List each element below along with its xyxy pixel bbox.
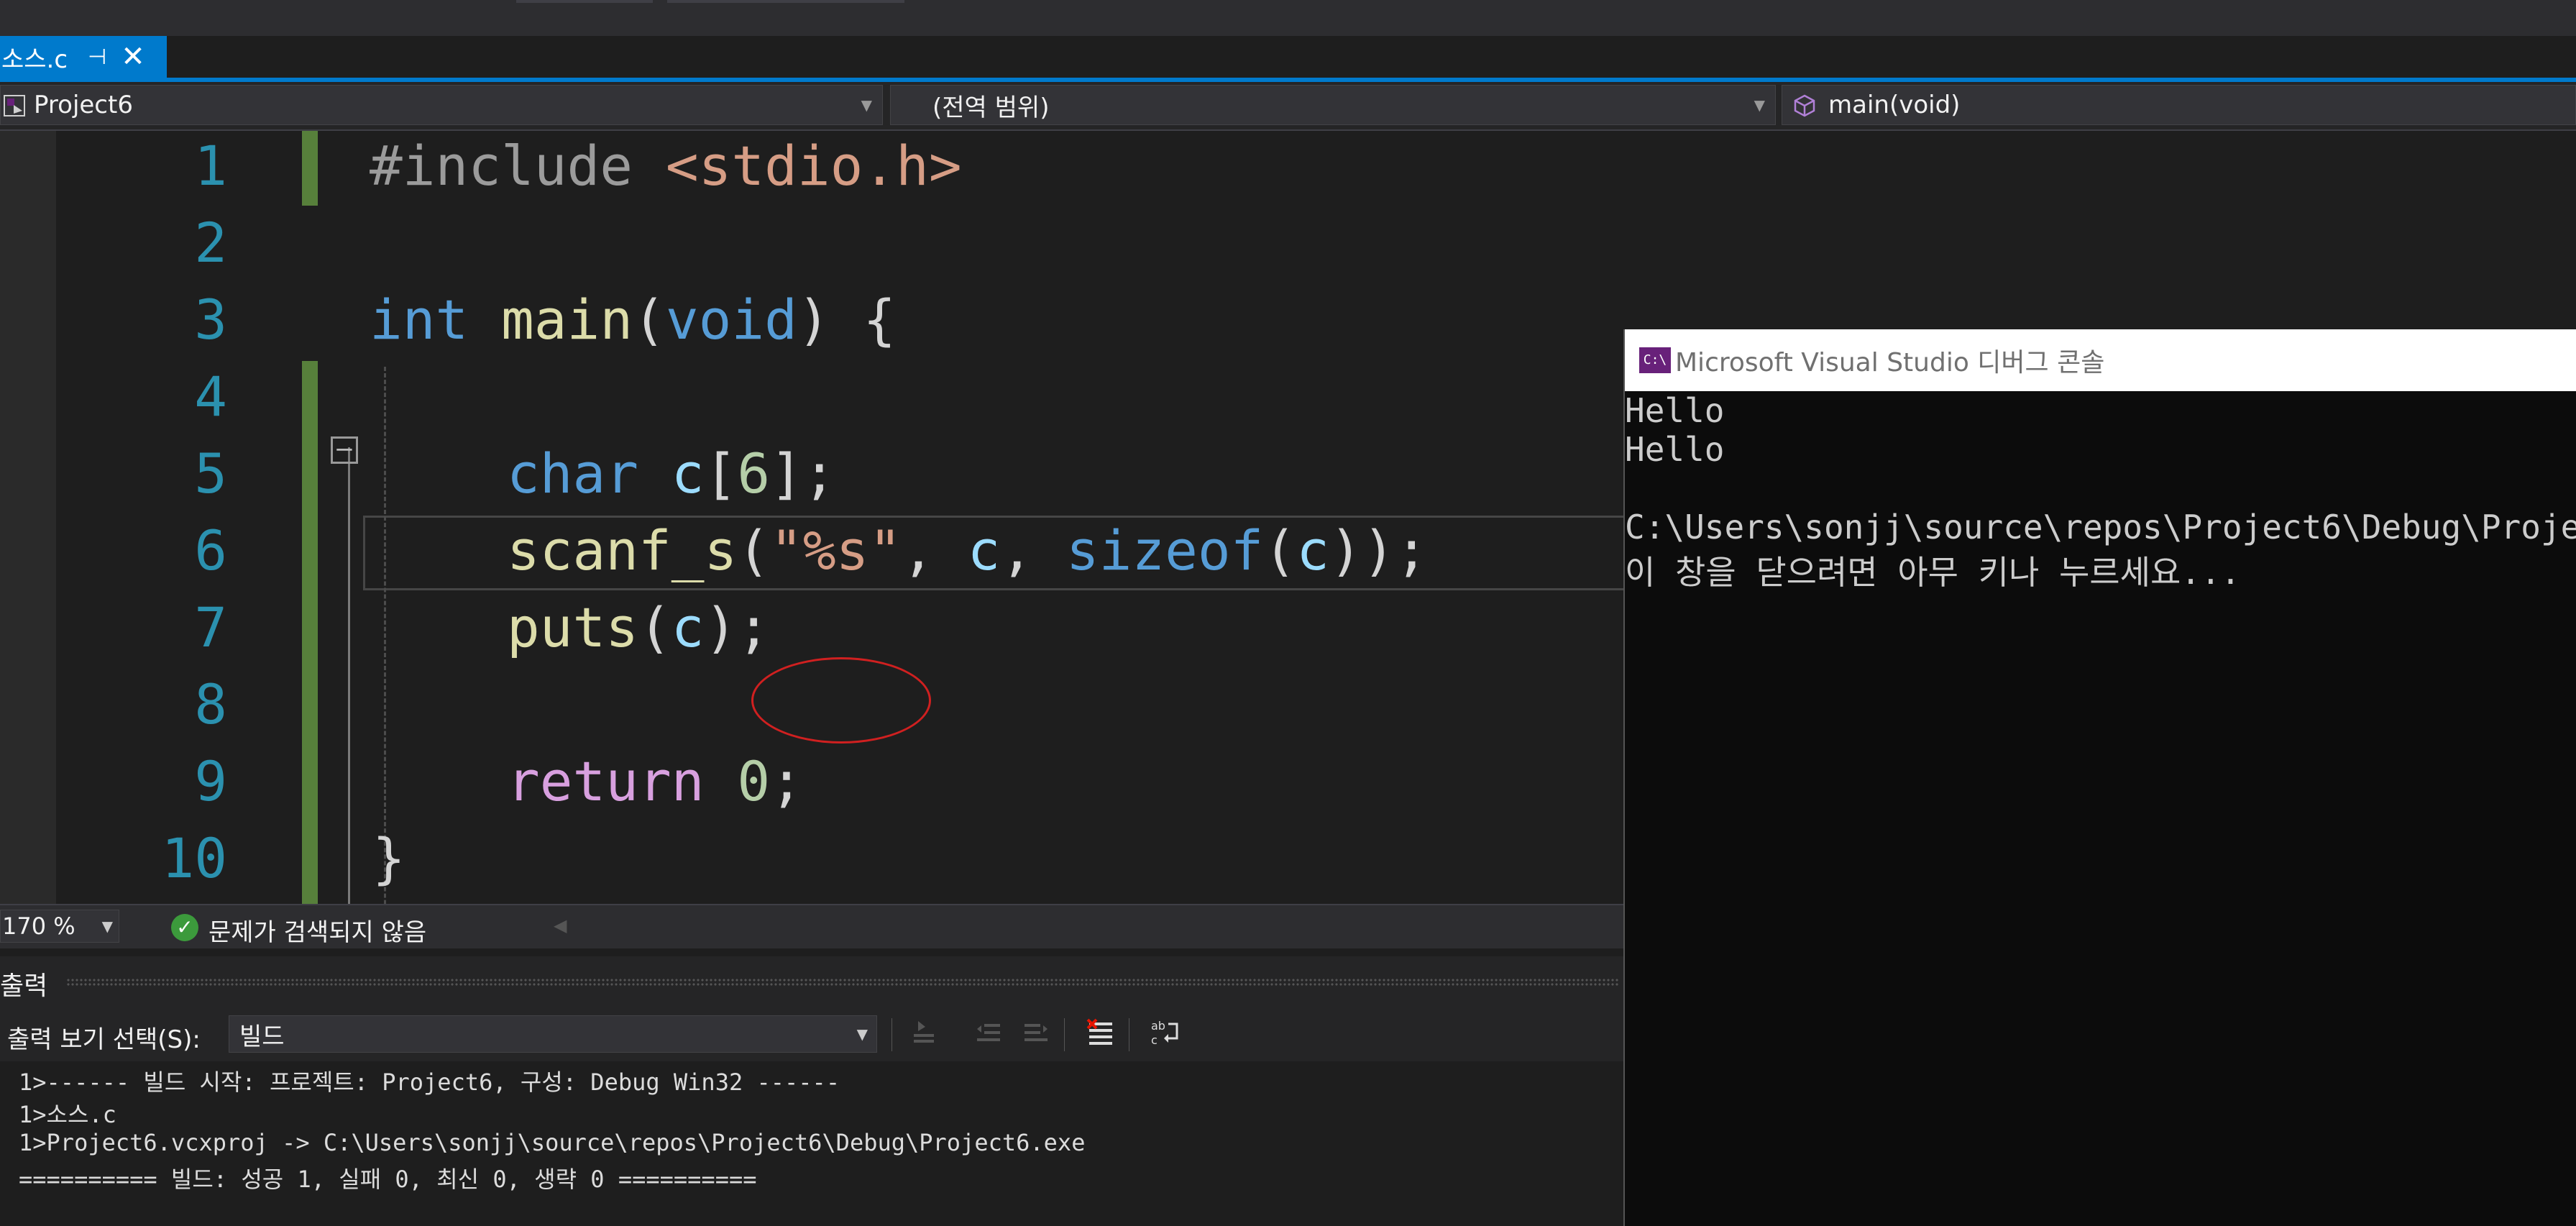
line-number: 6 xyxy=(194,518,227,582)
code-line-7[interactable]: puts(c); xyxy=(507,595,770,659)
output-source-label: 출력 보기 선택(S): xyxy=(7,1025,201,1054)
svg-text:c: c xyxy=(1151,1033,1158,1047)
output-text-area[interactable]: 1>------ 빌드 시작: 프로젝트: Project6, 구성: Debu… xyxy=(0,1061,1623,1226)
code-line-10[interactable]: } xyxy=(372,826,405,890)
document-tab[interactable]: 소스.c ⊣ ✕ xyxy=(0,36,167,78)
svg-text:ab: ab xyxy=(1151,1019,1165,1033)
chevron-down-icon: ▼ xyxy=(861,96,872,114)
shift-right-icon[interactable] xyxy=(1019,1018,1053,1051)
output-line: 1>소스.c xyxy=(19,1101,116,1128)
line-number: 9 xyxy=(194,749,227,813)
line-number: 8 xyxy=(194,672,227,736)
output-source-value: 빌드 xyxy=(239,1022,285,1051)
console-line: 이 창을 닫으려면 아무 키나 누르세요... xyxy=(1625,553,2241,592)
indicator-margin xyxy=(0,131,56,904)
change-marker xyxy=(302,131,318,206)
chevron-down-icon: ▼ xyxy=(856,1025,868,1043)
chevron-down-icon: ▼ xyxy=(1754,96,1765,114)
project-dropdown[interactable]: Project6 ▼ xyxy=(0,85,883,125)
code-line-1[interactable]: #include <stdio.h> xyxy=(370,134,962,198)
console-title: Microsoft Visual Studio 디버그 콘솔 xyxy=(1675,348,2105,378)
debug-console-window[interactable]: C:\ Microsoft Visual Studio 디버그 콘솔 Hello… xyxy=(1623,329,2576,1226)
line-number: 3 xyxy=(194,288,227,352)
console-line: Hello xyxy=(1625,391,1725,430)
zoom-level: 170 % xyxy=(2,912,75,940)
editor-status-bar: 170 % ▼ ✓ 문제가 검색되지 않음 ◀ xyxy=(0,904,1623,948)
line-number: 5 xyxy=(194,442,227,506)
console-line: Hello xyxy=(1625,430,1725,469)
code-line-6[interactable]: scanf_s("%s", c, sizeof(c)); xyxy=(507,518,1428,582)
scope-dropdown[interactable]: (전역 범위) ▼ xyxy=(890,85,1776,125)
clear-all-icon[interactable] xyxy=(1084,1018,1117,1051)
toolbar-separator xyxy=(891,1018,892,1051)
line-number: 4 xyxy=(194,365,227,429)
indent-guide xyxy=(384,367,386,904)
issues-status[interactable]: 문제가 검색되지 않음 xyxy=(208,912,426,948)
navigation-bar: Project6 ▼ (전역 범위) ▼ main(void) xyxy=(0,82,2576,131)
change-marker xyxy=(302,361,318,904)
close-icon[interactable]: ✕ xyxy=(121,40,145,73)
console-app-icon: C:\ xyxy=(1639,347,1671,373)
function-dropdown[interactable]: main(void) xyxy=(1782,85,2576,125)
panel-drag-handle[interactable] xyxy=(66,978,1619,987)
word-wrap-icon[interactable]: ab c xyxy=(1149,1018,1182,1051)
check-circle-icon: ✓ xyxy=(171,914,198,941)
line-number: 1 xyxy=(194,134,227,198)
toolbar-fragment xyxy=(516,0,653,3)
fold-line xyxy=(348,447,350,904)
output-toolbar: 출력 보기 선택(S): 빌드 ▼ ab c xyxy=(0,1008,1623,1061)
project-icon xyxy=(4,94,25,116)
line-number: 10 xyxy=(161,826,227,890)
output-title: 출력 xyxy=(0,971,48,1001)
output-panel-header: 출력 xyxy=(0,956,1623,1008)
pin-icon[interactable]: ⊣ xyxy=(88,45,106,70)
code-editor[interactable]: 1 2 3 4 5 6 7 8 9 10 − #include <stdio.h… xyxy=(0,131,1623,904)
toolbar-separator xyxy=(1064,1018,1065,1051)
annotation-circle xyxy=(751,657,931,744)
output-line: ========== 빌드: 성공 1, 실패 0, 최신 0, 생략 0 ==… xyxy=(19,1166,757,1193)
project-name: Project6 xyxy=(34,91,133,119)
top-toolbar-strip xyxy=(0,0,2576,36)
toolbar-fragment xyxy=(667,0,904,3)
chevron-down-icon: ▼ xyxy=(101,918,113,935)
line-number: 7 xyxy=(194,595,227,659)
code-line-5[interactable]: char c[6]; xyxy=(507,442,836,506)
tab-label: 소스.c xyxy=(1,45,68,74)
line-number: 2 xyxy=(194,211,227,275)
console-line: C:\Users\sonjj\source\repos\Project6\Deb… xyxy=(1625,508,2576,546)
method-cube-icon xyxy=(1794,94,1815,117)
collapse-icon[interactable]: − xyxy=(331,436,358,464)
output-source-select[interactable]: 빌드 ▼ xyxy=(229,1015,877,1053)
code-line-3[interactable]: int main(void) { xyxy=(370,288,896,352)
function-label: main(void) xyxy=(1828,91,1961,119)
scroll-left-icon[interactable]: ◀ xyxy=(554,915,567,935)
scope-label: (전역 범위) xyxy=(932,93,1050,122)
output-line: 1>------ 빌드 시작: 프로젝트: Project6, 구성: Debu… xyxy=(19,1069,840,1096)
output-line: 1>Project6.vcxproj -> C:\Users\sonjj\sou… xyxy=(19,1129,1086,1156)
go-to-previous-icon[interactable] xyxy=(907,1018,940,1051)
shift-left-icon[interactable] xyxy=(972,1018,1005,1051)
zoom-dropdown[interactable]: 170 % ▼ xyxy=(0,910,119,943)
console-title-bar[interactable]: C:\ Microsoft Visual Studio 디버그 콘솔 xyxy=(1625,329,2576,391)
code-line-9[interactable]: return 0; xyxy=(507,749,803,813)
